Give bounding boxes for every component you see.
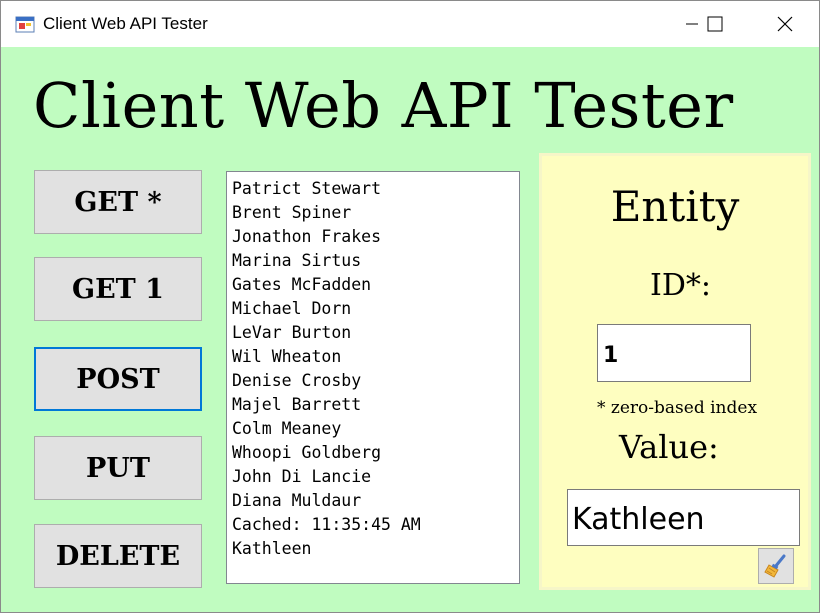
list-item[interactable]: Diana Muldaur (232, 489, 519, 513)
entity-title: Entity (610, 182, 740, 231)
close-icon (777, 16, 793, 32)
window-title: Client Web API Tester (43, 14, 208, 33)
list-item[interactable]: Jonathon Frakes (232, 225, 519, 249)
get-one-button[interactable]: GET 1 (34, 257, 202, 321)
id-label: ID*: (650, 268, 712, 303)
close-button[interactable] (762, 1, 808, 47)
clear-button[interactable] (758, 548, 794, 584)
list-item[interactable]: Cached: 11:35:45 AM (232, 513, 519, 537)
post-button[interactable]: POST (34, 347, 202, 411)
list-item[interactable]: Whoopi Goldberg (232, 441, 519, 465)
list-item[interactable]: Majel Barrett (232, 393, 519, 417)
delete-button[interactable]: DELETE (34, 524, 202, 588)
list-item[interactable]: Kathleen (232, 537, 519, 561)
value-label: Value: (619, 428, 719, 466)
broom-icon (764, 554, 786, 578)
app-window: Client Web API Tester Client Web API Tes… (0, 0, 820, 613)
page-title: Client Web API Tester (33, 69, 734, 142)
app-icon[interactable] (15, 14, 35, 34)
list-item[interactable]: Wil Wheaton (232, 345, 519, 369)
id-hint: * zero-based index (597, 398, 758, 418)
list-item[interactable]: Brent Spiner (232, 201, 519, 225)
list-item[interactable]: Marina Sirtus (232, 249, 519, 273)
list-item[interactable]: John Di Lancie (232, 465, 519, 489)
value-input[interactable]: Kathleen (567, 489, 800, 546)
maximize-button[interactable] (692, 1, 738, 47)
get-all-button[interactable]: GET * (34, 170, 202, 234)
list-item[interactable]: Michael Dorn (232, 297, 519, 321)
id-input[interactable]: 1 (597, 324, 751, 382)
list-item[interactable]: Patrict Stewart (232, 177, 519, 201)
title-bar[interactable]: Client Web API Tester (1, 1, 819, 47)
list-item[interactable]: Colm Meaney (232, 417, 519, 441)
results-listbox[interactable]: Patrict Stewart Brent Spiner Jonathon Fr… (226, 171, 520, 584)
list-item[interactable]: Denise Crosby (232, 369, 519, 393)
put-button[interactable]: PUT (34, 436, 202, 500)
entity-panel: Entity ID*: 1 * zero-based index Value: … (539, 153, 811, 590)
maximize-icon (707, 16, 723, 32)
list-item[interactable]: Gates McFadden (232, 273, 519, 297)
list-item[interactable]: LeVar Burton (232, 321, 519, 345)
